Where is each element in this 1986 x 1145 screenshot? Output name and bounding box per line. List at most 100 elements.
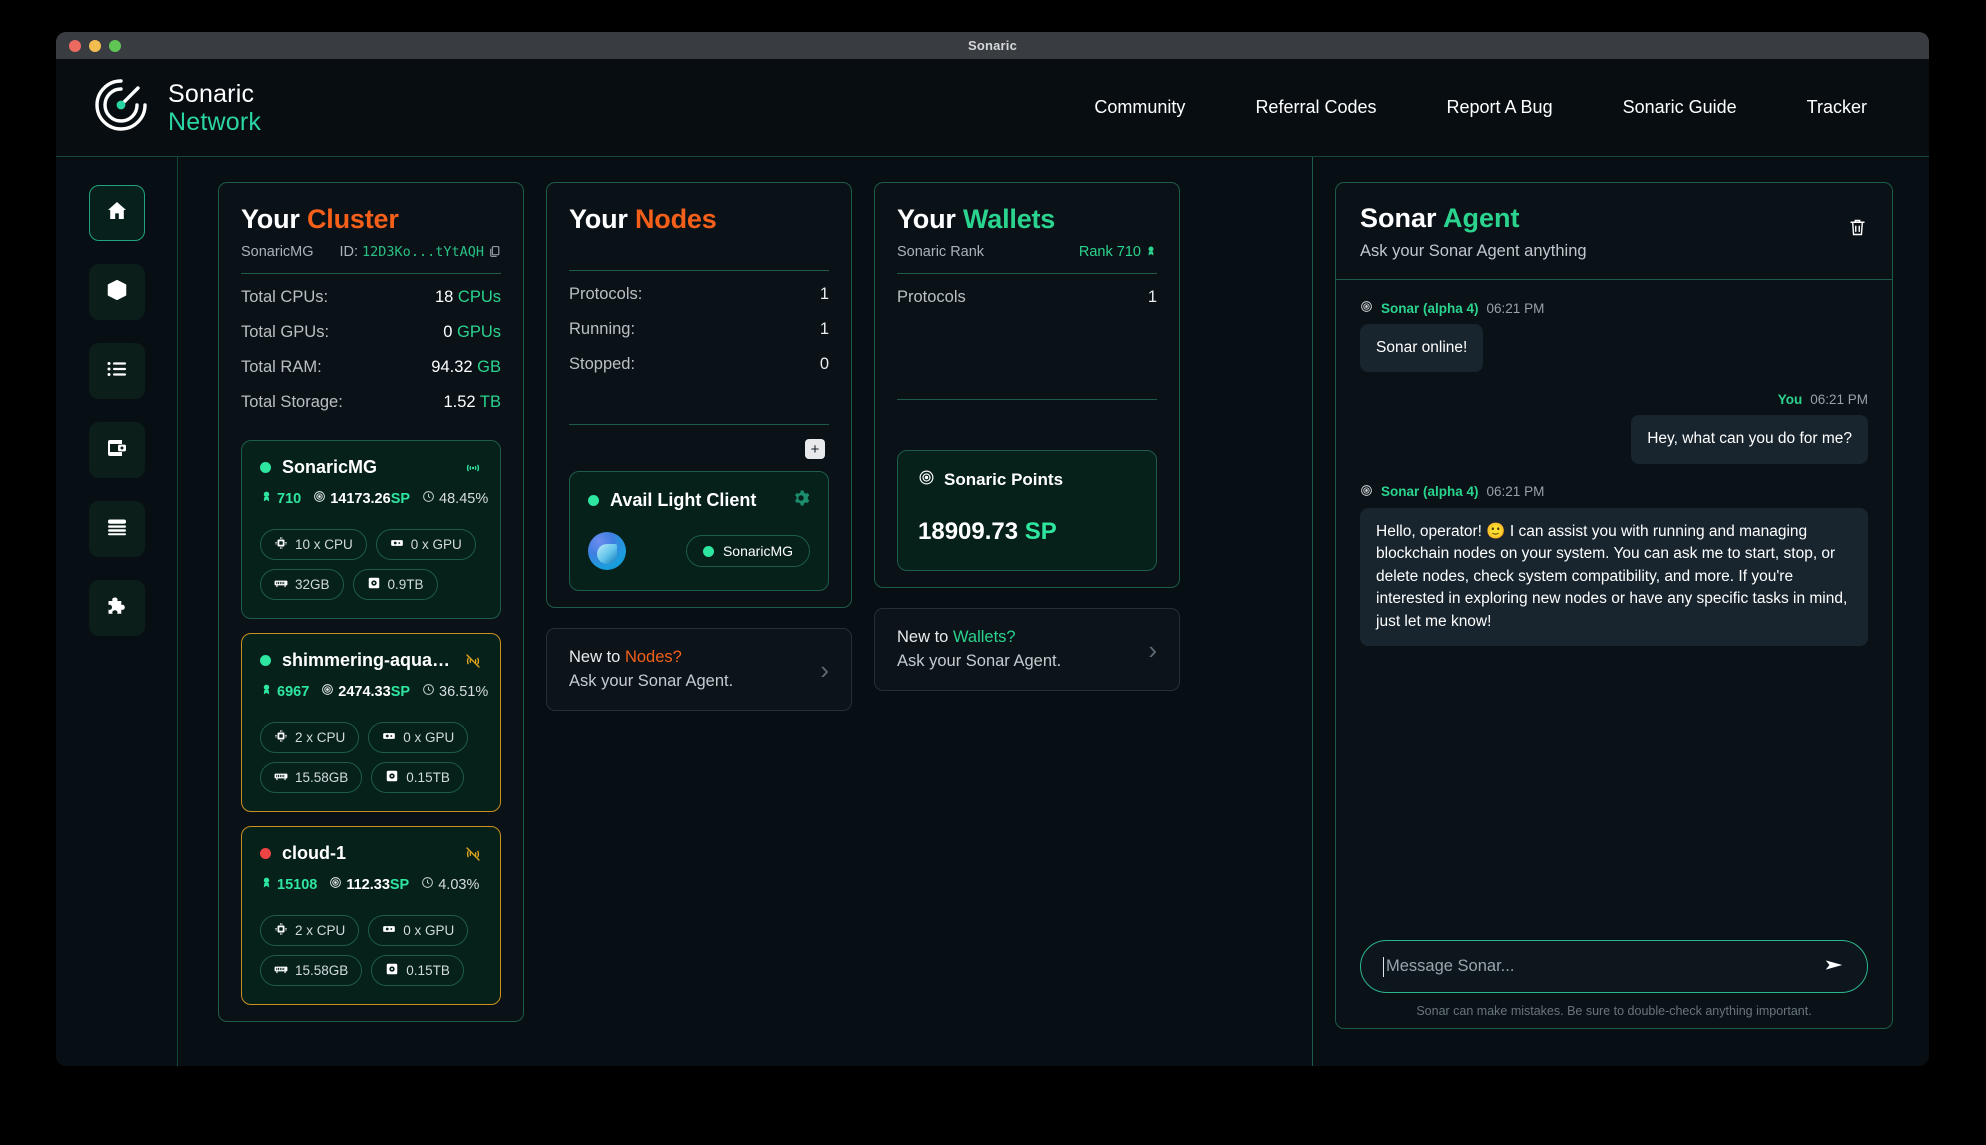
medal-icon — [260, 683, 273, 700]
disk-icon — [385, 962, 399, 979]
chip-cpu: 2 x CPU — [260, 722, 360, 753]
points-icon — [329, 876, 342, 893]
wallets-stat-row: Protocols 1 — [897, 288, 1157, 306]
divider — [569, 424, 829, 425]
sidebar-item-nodes[interactable] — [88, 264, 145, 320]
node-card-header: shimmering-aquamarine… — [260, 650, 482, 671]
nav-item-community[interactable]: Community — [1094, 97, 1185, 118]
node-resource-chips: 2 x CPU 0 x GPU 15.58GB 0.15TB — [260, 915, 482, 986]
cluster-node-card[interactable]: SonaricMG 710 14173.26SP 48.45% 10 x CPU… — [241, 440, 501, 619]
server-stack-icon — [105, 515, 129, 544]
points-icon — [918, 469, 935, 491]
chat-disclaimer: Sonar can make mistakes. Be sure to doub… — [1416, 1004, 1812, 1018]
node-points: 14173.26SP — [313, 490, 410, 507]
message-input[interactable]: Message Sonar... — [1386, 957, 1514, 976]
chip-gpu: 0 x GPU — [375, 529, 476, 560]
clock-icon — [422, 490, 435, 507]
sidebar-item-plugins[interactable] — [88, 580, 145, 636]
node-rank: 15108 — [260, 876, 317, 893]
sonaric-logo-icon — [92, 76, 150, 139]
copy-icon[interactable] — [488, 244, 501, 260]
protocol-card-header: Avail Light Client — [588, 489, 810, 512]
medal-icon — [1145, 244, 1157, 260]
main-content: Your Cluster SonaricMG ID: 12D3Ko...tYtA… — [178, 157, 1929, 1066]
avail-logo-icon — [588, 532, 626, 570]
node-points: 2474.33SP — [321, 683, 410, 700]
cluster-stat-row: Total CPUs: 18 CPUs — [241, 288, 501, 306]
nodes-stat-row: Stopped: 0 — [569, 355, 829, 373]
agent-header: Sonar Agent Ask your Sonar Agent anythin… — [1336, 183, 1892, 280]
app-window: Sonaric Sonaric Network Community Referr… — [56, 32, 1929, 1066]
chip-disk: 0.9TB — [352, 569, 438, 600]
node-resource-chips: 2 x CPU 0 x GPU 15.58GB 0.15TB — [260, 722, 482, 793]
cluster-subheader: SonaricMG ID: 12D3Ko...tYtAQH — [241, 244, 501, 260]
node-uptime: 48.45% — [422, 490, 488, 507]
text-caret — [1383, 956, 1384, 977]
nav-item-tracker[interactable]: Tracker — [1807, 97, 1867, 118]
message-meta: Sonar (alpha 4) 06:21 PM — [1360, 484, 1868, 500]
signal-offline-icon — [464, 845, 482, 863]
cluster-panel: Your Cluster SonaricMG ID: 12D3Ko...tYtA… — [218, 182, 524, 1022]
chat-composer: Message Sonar... Sonar can make mistakes… — [1336, 940, 1892, 1028]
brand-subname: Network — [168, 107, 262, 136]
cluster-panel-title: Your Cluster — [241, 204, 399, 234]
gear-icon[interactable] — [792, 489, 810, 512]
gpu-icon — [382, 729, 396, 746]
divider — [897, 399, 1157, 400]
divider — [241, 273, 501, 274]
nav-item-report-a-bug[interactable]: Report A Bug — [1447, 97, 1553, 118]
cluster-id[interactable]: ID: 12D3Ko...tYtAQH — [339, 244, 501, 260]
status-indicator — [260, 462, 271, 473]
sidebar-item-list[interactable] — [88, 343, 145, 399]
top-navigation: Community Referral Codes Report A Bug So… — [1094, 97, 1867, 118]
chip-ram: 15.58GB — [260, 955, 363, 986]
list-icon — [105, 357, 129, 386]
node-name: cloud-1 — [282, 843, 347, 863]
cluster-node-card[interactable]: cloud-1 15108 112.33SP 4.03% 2 x CPU 0 x… — [241, 826, 501, 1005]
brand[interactable]: Sonaric Network — [92, 76, 261, 139]
app-header: Sonaric Network Community Referral Codes… — [56, 59, 1929, 157]
sidebar-item-home[interactable] — [88, 185, 145, 241]
cube-icon — [105, 278, 129, 307]
sidebar-item-wallets[interactable] — [88, 422, 145, 478]
nav-item-referral-codes[interactable]: Referral Codes — [1255, 97, 1376, 118]
trash-icon[interactable] — [1847, 217, 1868, 243]
send-icon[interactable] — [1823, 954, 1845, 980]
node-metrics: 6967 2474.33SP 36.51% — [260, 683, 488, 700]
node-name: SonaricMG — [282, 457, 378, 477]
new-to-nodes-card[interactable]: New to Nodes? Ask your Sonar Agent. › — [546, 628, 852, 711]
agent-title: Sonar Agent — [1360, 203, 1520, 233]
gpu-icon — [390, 536, 404, 553]
medal-icon — [260, 876, 273, 893]
cluster-column: Your Cluster SonaricMG ID: 12D3Ko...tYtA… — [218, 182, 524, 1066]
node-card-header: SonaricMG — [260, 457, 482, 478]
protocol-card-body: SonaricMG — [588, 532, 810, 570]
points-value: 18909.73 SP — [918, 518, 1057, 545]
home-icon — [105, 199, 129, 228]
chat-messages: Sonar (alpha 4) 06:21 PM Sonar online! Y… — [1336, 280, 1892, 940]
nav-item-sonaric-guide[interactable]: Sonaric Guide — [1623, 97, 1737, 118]
node-card-header: cloud-1 — [260, 843, 482, 864]
cluster-stat-row: Total GPUs: 0 GPUs — [241, 323, 501, 341]
message-bubble: Hey, what can you do for me? — [1631, 415, 1868, 464]
cluster-node-card[interactable]: shimmering-aquamarine… 6967 2474.33SP 36… — [241, 633, 501, 812]
sonar-avatar-icon — [1360, 300, 1373, 316]
points-title: Sonaric Points — [944, 470, 1064, 489]
wallets-panel-title: Your Wallets — [897, 204, 1056, 234]
sonar-agent-panel: Sonar Agent Ask your Sonar Agent anythin… — [1335, 182, 1893, 1029]
new-to-wallets-card[interactable]: New to Wallets? Ask your Sonar Agent. › — [874, 608, 1180, 691]
protocol-name: Avail Light Client — [610, 490, 757, 510]
points-icon — [313, 490, 326, 507]
node-resource-chips: 10 x CPU 0 x GPU 32GB 0.9TB — [260, 529, 482, 600]
cpu-icon — [274, 729, 288, 746]
message-input-wrapper[interactable]: Message Sonar... — [1360, 940, 1868, 993]
chip-gpu: 0 x GPU — [368, 722, 469, 753]
promo-subtitle: Ask your Sonar Agent. — [569, 672, 734, 690]
sidebar-item-servers[interactable] — [88, 501, 145, 557]
nodes-stat-row: Running: 1 — [569, 320, 829, 338]
clock-icon — [422, 683, 435, 700]
dashboard-columns: Your Cluster SonaricMG ID: 12D3Ko...tYtA… — [178, 157, 1312, 1066]
add-node-button[interactable]: + — [805, 439, 825, 459]
window-titlebar: Sonaric — [56, 32, 1929, 59]
protocol-card-avail[interactable]: Avail Light Client SonaricMG — [569, 471, 829, 591]
